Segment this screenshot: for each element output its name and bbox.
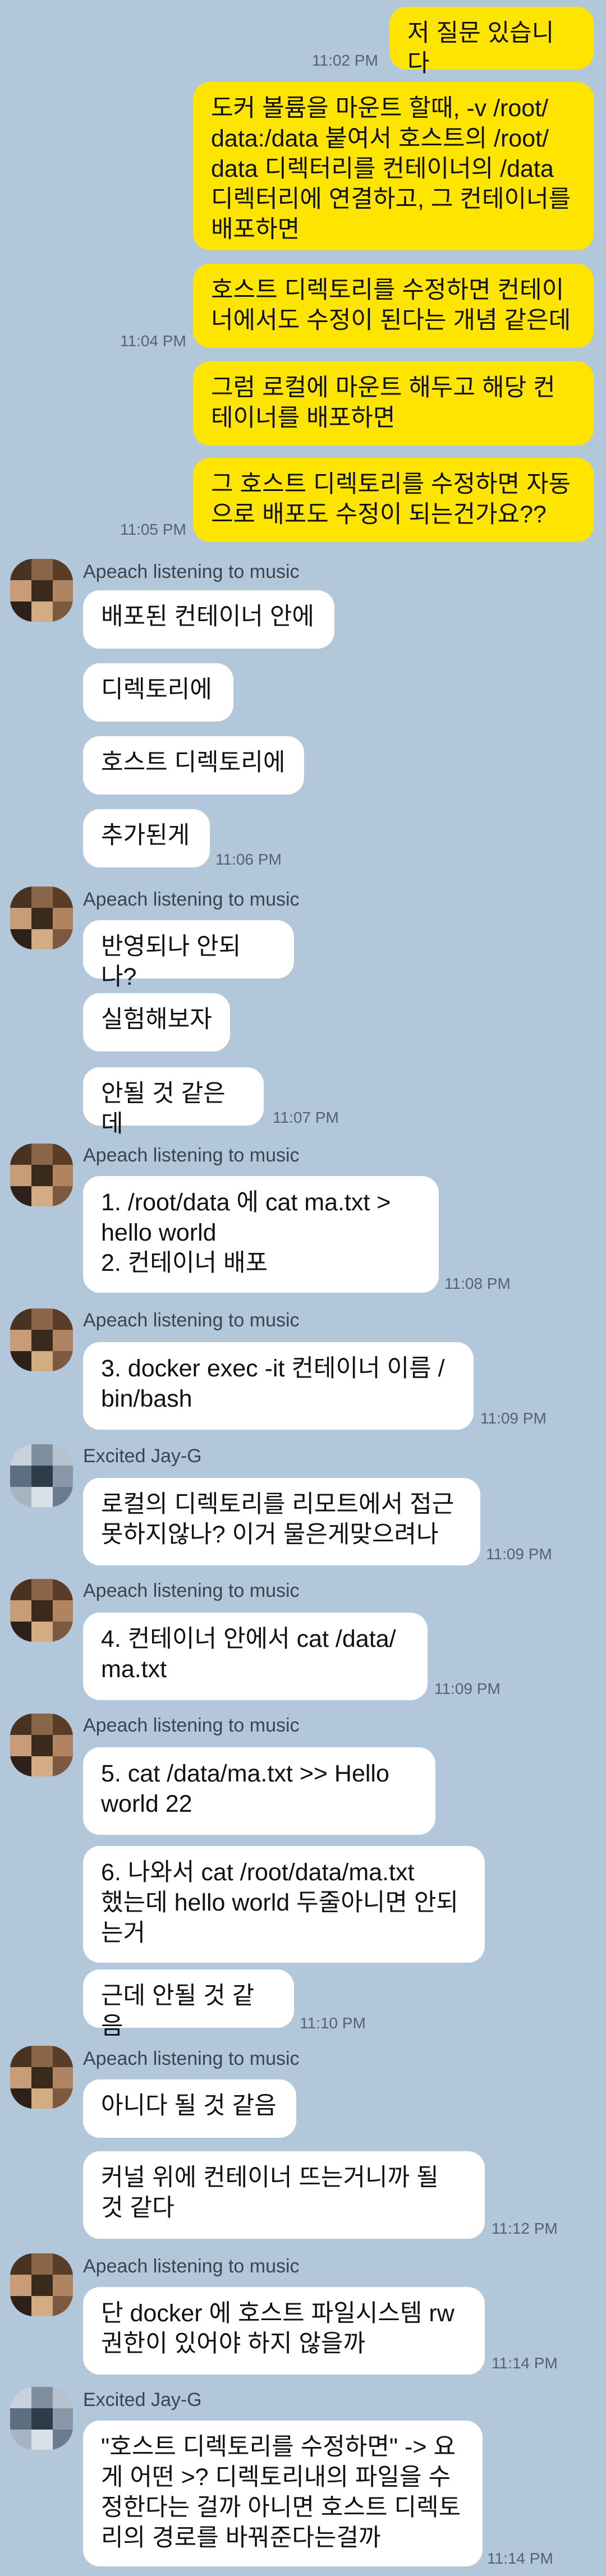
sender-name: Apeach listening to music [83, 1310, 300, 1331]
pixelated-avatar-brown-icon [10, 559, 73, 622]
my-message-bubble[interactable]: 그 호스트 디렉토리를 수정하면 자동 으로 배포도 수정이 되는건가요?? [193, 458, 594, 542]
sender-name: Apeach listening to music [83, 889, 300, 910]
sender-avatar[interactable] [10, 1444, 73, 1507]
my-message-bubble[interactable]: 호스트 디렉토리를 수정하면 컨테이 너에서도 수정이 된다는 개념 같은데 [193, 264, 594, 348]
their-message-bubble[interactable]: 반영되나 안되나? [83, 920, 294, 990]
their-message-bubble[interactable]: 단 docker 에 호스트 파일시스템 rw 권한이 있어야 하지 않을까 [83, 2287, 485, 2375]
message-timestamp: 11:06 PM [215, 851, 282, 868]
sender-avatar[interactable] [10, 2387, 73, 2450]
message-timestamp: 11:12 PM [492, 2220, 558, 2237]
message-timestamp: 11:04 PM [120, 332, 186, 350]
sender-avatar[interactable] [10, 1579, 73, 1642]
their-message-bubble[interactable]: 근데 안될 것 같음 [83, 1969, 294, 2040]
sender-name: Apeach listening to music [83, 2048, 300, 2069]
pixelated-avatar-brown-icon [10, 2046, 73, 2109]
message-timestamp: 11:09 PM [486, 1545, 552, 1563]
message-timestamp: 11:08 PM [444, 1275, 511, 1292]
their-message-bubble[interactable]: 3. docker exec -it 컨테이너 이름 / bin/bash [83, 1342, 474, 1430]
my-message-bubble[interactable]: 그럼 로컬에 마운트 해두고 해당 컨 테이너를 배포하면 [193, 361, 594, 446]
message-timestamp: 11:10 PM [300, 2014, 366, 2032]
sender-name: Excited Jay-G [83, 2389, 202, 2410]
sender-name: Apeach listening to music [83, 2256, 300, 2277]
their-message-bubble[interactable]: 커널 위에 컨테이너 뜨는거니까 될 것 같다 [83, 2151, 485, 2239]
their-message-bubble[interactable]: 4. 컨테이너 안에서 cat /data/ ma.txt [83, 1613, 428, 1700]
sender-avatar[interactable] [10, 559, 73, 622]
message-timestamp: 11:14 PM [492, 2354, 558, 2372]
pixelated-avatar-brown-icon [10, 2253, 73, 2316]
message-timestamp: 11:14 PM [487, 2550, 553, 2567]
their-message-bubble[interactable]: 추가된게 [83, 809, 210, 867]
sender-name: Apeach listening to music [83, 1145, 300, 1166]
sender-avatar[interactable] [10, 1144, 73, 1206]
chat-room: 저 질문 있습니다 11:02 PM 도커 볼륨을 마운트 할때, -v /ro… [0, 0, 606, 2576]
pixelated-avatar-brown-icon [10, 1308, 73, 1371]
sender-avatar[interactable] [10, 2046, 73, 2109]
their-message-bubble[interactable]: 실험해보자 [83, 993, 230, 1051]
pixelated-avatar-blue-icon [10, 1444, 73, 1507]
their-message-bubble[interactable]: 로컬의 디렉토리를 리모트에서 접근 못하지않나? 이거 물은게맞으려나 [83, 1478, 480, 1565]
message-timestamp: 11:07 PM [273, 1109, 339, 1126]
message-timestamp: 11:02 PM [312, 52, 378, 69]
their-message-bubble[interactable]: "호스트 디렉토리를 수정하면" -> 요 게 어떤 >? 디렉토리내의 파일을… [83, 2421, 483, 2566]
their-message-bubble[interactable]: 디렉토리에 [83, 663, 233, 722]
sender-avatar[interactable] [10, 887, 73, 949]
message-timestamp: 11:09 PM [434, 1680, 501, 1697]
sender-avatar[interactable] [10, 1714, 73, 1776]
their-message-bubble[interactable]: 호스트 디렉토리에 [83, 736, 304, 795]
message-timestamp: 11:05 PM [120, 521, 186, 538]
pixelated-avatar-blue-icon [10, 2387, 73, 2450]
their-message-bubble[interactable]: 1. /root/data 에 cat ma.txt > hello world… [83, 1176, 439, 1293]
their-message-bubble[interactable]: 6. 나와서 cat /root/data/ma.txt 했는데 hello w… [83, 1846, 485, 1963]
sender-name: Apeach listening to music [83, 561, 300, 582]
pixelated-avatar-brown-icon [10, 887, 73, 949]
their-message-bubble[interactable]: 5. cat /data/ma.txt >> Hello world 22 [83, 1747, 435, 1835]
sender-name: Apeach listening to music [83, 1580, 300, 1601]
sender-name: Excited Jay-G [83, 1445, 202, 1467]
their-message-bubble[interactable]: 안될 것 같은데 [83, 1067, 264, 1137]
my-message-bubble[interactable]: 저 질문 있습니다 [389, 7, 594, 77]
pixelated-avatar-brown-icon [10, 1579, 73, 1642]
their-message-bubble[interactable]: 아니다 될 것 같음 [83, 2079, 296, 2138]
pixelated-avatar-brown-icon [10, 1144, 73, 1206]
message-timestamp: 11:09 PM [480, 1409, 547, 1427]
my-message-bubble[interactable]: 도커 볼륨을 마운트 할때, -v /root/ data:/data 붙여서 … [193, 82, 594, 250]
pixelated-avatar-brown-icon [10, 1714, 73, 1776]
sender-avatar[interactable] [10, 1308, 73, 1371]
sender-avatar[interactable] [10, 2253, 73, 2316]
their-message-bubble[interactable]: 배포된 컨테이너 안에 [83, 590, 334, 649]
sender-name: Apeach listening to music [83, 1715, 300, 1736]
